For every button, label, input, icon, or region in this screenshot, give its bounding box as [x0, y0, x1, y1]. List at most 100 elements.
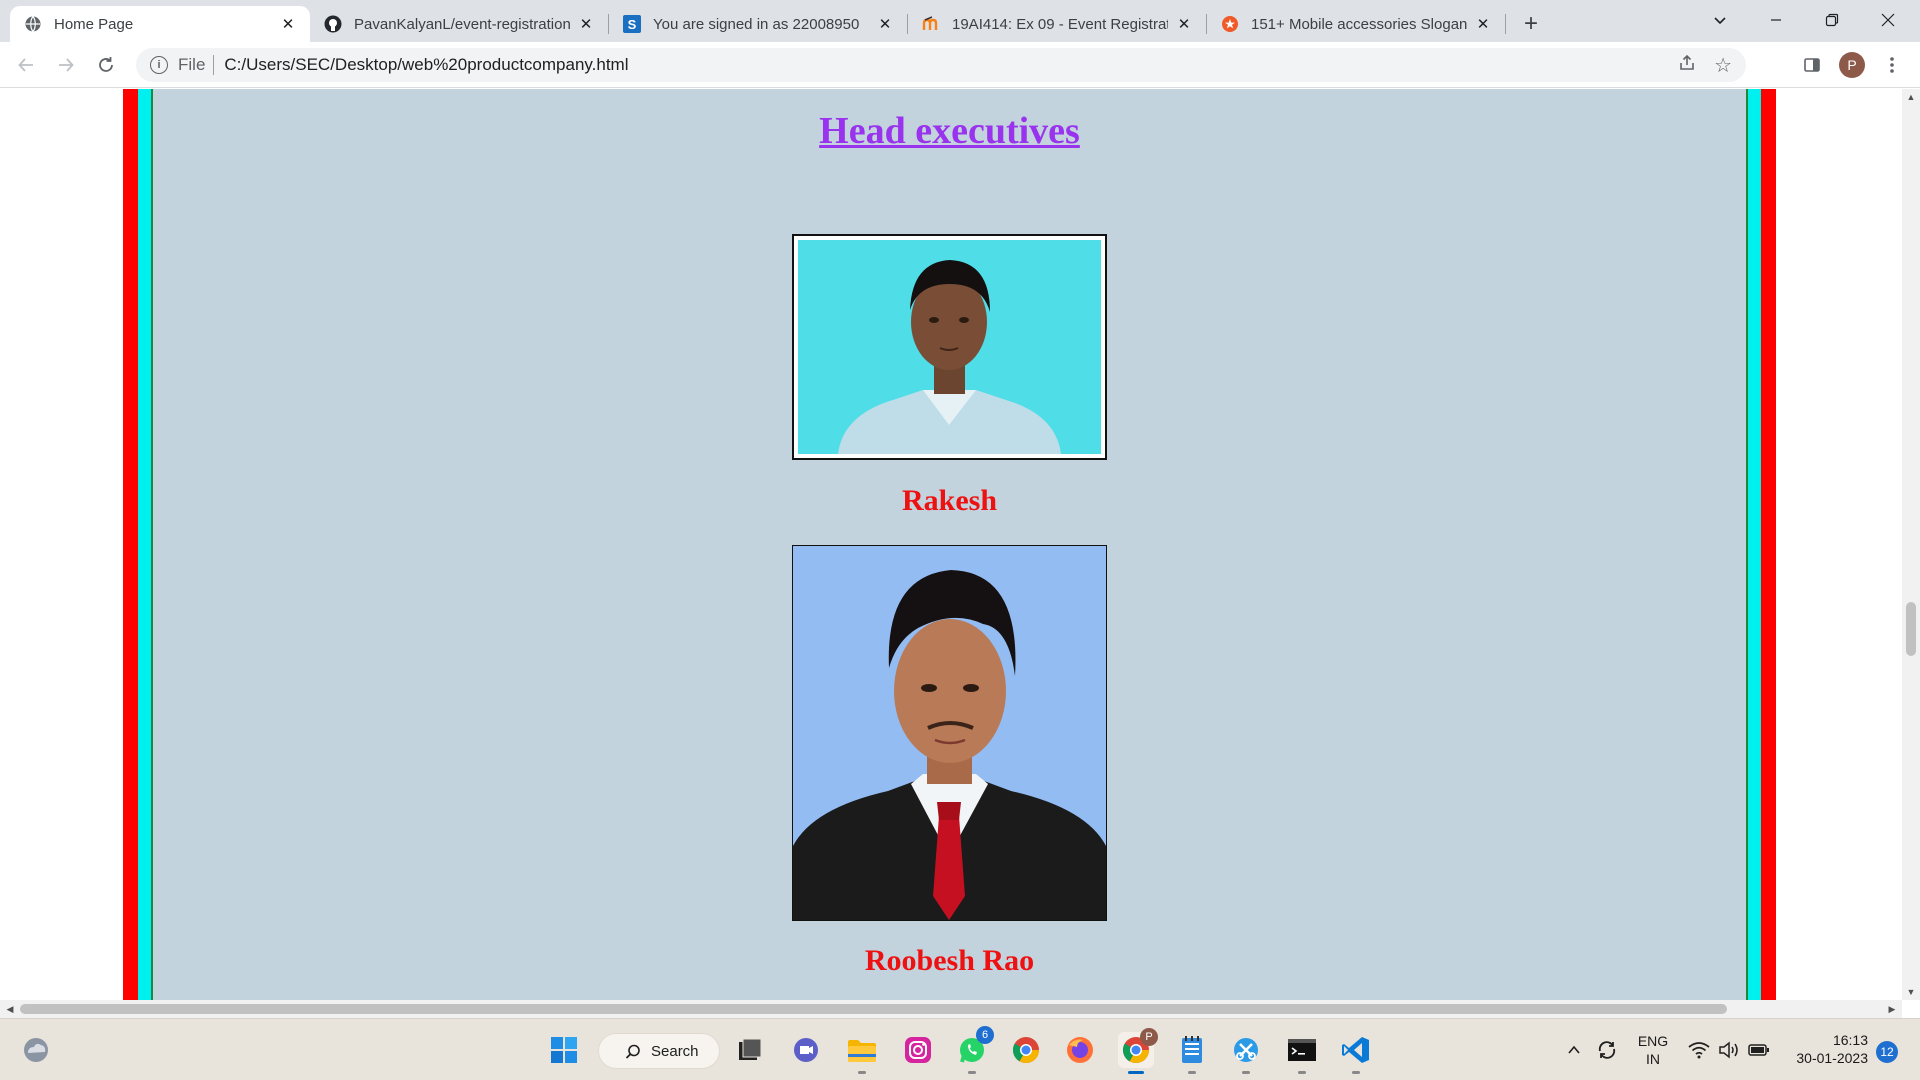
taskbar-search[interactable]: Search [598, 1033, 720, 1069]
moodle-icon [922, 15, 940, 33]
horizontal-scrollbar[interactable]: ◀ ▶ [0, 1000, 1902, 1018]
start-button[interactable] [546, 1032, 582, 1068]
tab-title: 19AI414: Ex 09 - Event Registratio [952, 15, 1168, 33]
chevron-down-icon [1714, 17, 1726, 25]
terminal-button[interactable] [1284, 1032, 1320, 1074]
executive-name: Rakesh [901, 484, 998, 517]
globe-icon [24, 15, 42, 33]
right-border-red [1761, 89, 1776, 1000]
tab-slogans[interactable]: 151+ Mobile accessories Slogans ✕ [1207, 6, 1505, 42]
minimize-button[interactable] [1748, 0, 1804, 40]
s-logo-icon: S [623, 15, 641, 33]
restore-button[interactable] [1804, 0, 1860, 40]
region-code: IN [1646, 1051, 1660, 1067]
portrait-image [798, 240, 1101, 454]
sync-tray-button[interactable] [1594, 1032, 1620, 1068]
horizontal-scroll-thumb[interactable] [20, 1004, 1727, 1014]
browser-toolbar: i File C:/Users/SEC/Desktop/web%20produc… [0, 42, 1920, 88]
back-button[interactable] [10, 49, 42, 81]
vertical-scrollbar[interactable]: ▲ ▼ [1902, 89, 1920, 1000]
widgets-button[interactable] [18, 1032, 54, 1068]
chrome-profile-badge: P [1140, 1028, 1158, 1046]
tab-search-button[interactable] [1692, 0, 1748, 40]
avatar: P [1839, 52, 1865, 78]
language-indicator[interactable]: ENG IN [1634, 1032, 1672, 1068]
chrome-button[interactable] [1008, 1032, 1044, 1068]
notepad-icon [1182, 1036, 1202, 1063]
tab-event-registration[interactable]: 19AI414: Ex 09 - Event Registratio ✕ [908, 6, 1206, 42]
scroll-up-icon[interactable]: ▲ [1902, 89, 1920, 105]
executive-photo-roobesh [792, 545, 1107, 921]
close-window-button[interactable] [1860, 0, 1916, 40]
file-explorer-button[interactable] [844, 1032, 880, 1074]
teams-chat-button[interactable] [788, 1032, 824, 1068]
clock[interactable]: 16:13 30-01-2023 [1784, 1031, 1868, 1067]
scroll-down-icon[interactable]: ▼ [1902, 984, 1920, 1000]
tab-strip: Home Page ✕ PavanKalyanL/event-registrat… [0, 0, 1920, 42]
firefox-icon [1067, 1037, 1093, 1063]
language-code: ENG [1637, 1033, 1669, 1049]
star-badge-icon [1221, 15, 1239, 33]
restore-icon [1825, 13, 1839, 27]
close-icon[interactable]: ✕ [1473, 14, 1493, 34]
chrome-profile-button[interactable]: P [1118, 1028, 1158, 1074]
github-icon [324, 15, 342, 33]
snipping-tool-icon [1234, 1038, 1258, 1062]
chevron-up-icon [1568, 1045, 1580, 1054]
whatsapp-button[interactable]: 6 [954, 1026, 994, 1074]
close-icon[interactable]: ✕ [278, 14, 298, 34]
profile-button[interactable]: P [1836, 49, 1868, 81]
sync-icon [1598, 1041, 1616, 1059]
firefox-button[interactable] [1062, 1032, 1098, 1068]
scroll-left-icon[interactable]: ◀ [2, 1000, 18, 1018]
instagram-icon [905, 1037, 931, 1063]
notepad-button[interactable] [1174, 1032, 1210, 1074]
url-text[interactable]: C:/Users/SEC/Desktop/web%20productcompan… [224, 55, 628, 75]
executive-name: Roobesh Rao [864, 944, 1035, 977]
close-icon [1881, 13, 1895, 27]
reload-button[interactable] [90, 49, 122, 81]
task-view-button[interactable] [732, 1032, 768, 1068]
tab-signed-in[interactable]: S You are signed in as 22008950 ✕ [609, 6, 907, 42]
page-heading[interactable]: Head executives [153, 109, 1746, 153]
clock-date: 30-01-2023 [1796, 1050, 1868, 1066]
show-hidden-icons-button[interactable] [1562, 1032, 1586, 1068]
tab-home-page[interactable]: Home Page ✕ [10, 6, 310, 42]
address-bar[interactable]: i File C:/Users/SEC/Desktop/web%20produc… [136, 48, 1746, 82]
search-label: Search [651, 1042, 699, 1060]
close-icon[interactable]: ✕ [875, 14, 895, 34]
new-tab-button[interactable]: + [1516, 9, 1546, 39]
forward-button[interactable] [50, 49, 82, 81]
vscode-button[interactable] [1338, 1032, 1374, 1074]
network-button[interactable] [1686, 1032, 1712, 1068]
notification-count-badge[interactable]: 12 [1876, 1041, 1898, 1063]
executive-photo-rakesh [792, 234, 1107, 460]
site-info-icon[interactable]: i [150, 56, 168, 74]
terminal-icon [1288, 1039, 1316, 1061]
share-icon[interactable] [1678, 54, 1696, 77]
page-viewport: Head executives Rakesh Roobesh Rao [0, 89, 1902, 1000]
close-icon[interactable]: ✕ [1174, 14, 1194, 34]
battery-icon [1748, 1044, 1769, 1056]
folder-icon [848, 1040, 876, 1062]
tab-github[interactable]: PavanKalyanL/event-registration ✕ [310, 6, 608, 42]
arrow-right-icon [59, 58, 74, 72]
snipping-tool-button[interactable] [1228, 1032, 1264, 1074]
volume-button[interactable] [1716, 1032, 1742, 1068]
side-panel-button[interactable] [1796, 49, 1828, 81]
windows-logo-icon [551, 1037, 577, 1063]
arrow-left-icon [18, 58, 33, 72]
right-border-cyan [1748, 89, 1761, 1000]
search-icon [625, 1044, 640, 1059]
battery-button[interactable] [1746, 1032, 1772, 1068]
menu-button[interactable] [1876, 49, 1908, 81]
scroll-right-icon[interactable]: ▶ [1884, 1000, 1900, 1018]
windows-taskbar: Search 6 P ENG IN 16:13 30-01-2023 12 [0, 1018, 1920, 1080]
instagram-button[interactable] [900, 1032, 936, 1068]
teams-icon [794, 1038, 818, 1062]
bookmark-star-icon[interactable]: ☆ [1714, 53, 1732, 78]
close-icon[interactable]: ✕ [576, 14, 596, 34]
side-panel-icon [1804, 58, 1820, 72]
vertical-scroll-thumb[interactable] [1906, 602, 1916, 656]
speaker-icon [1719, 1041, 1738, 1059]
